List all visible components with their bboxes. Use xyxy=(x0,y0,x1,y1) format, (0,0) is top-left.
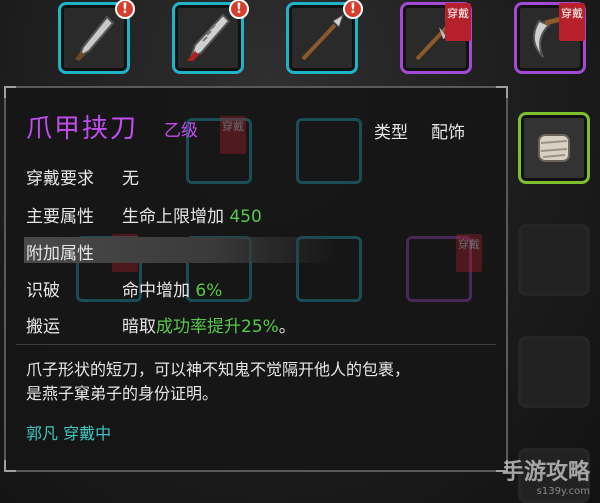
extra2-value: 暗取成功率提升25%。 xyxy=(122,317,296,337)
equip-slot-empty-2[interactable] xyxy=(518,336,590,408)
alert-badge: ! xyxy=(115,0,135,19)
ghost-wearing-tag: 穿戴 xyxy=(220,116,246,154)
equip-slot-1[interactable]: ! xyxy=(58,0,135,74)
extra-attr-label: 附加属性 xyxy=(26,244,94,264)
owner-status: 郭凡 穿戴中 xyxy=(26,424,112,443)
main-attr-label: 主要属性 xyxy=(26,207,94,227)
extra1-value: 命中增加 6% xyxy=(122,281,223,301)
equip-slot-4[interactable]: 穿戴 xyxy=(400,2,472,74)
wearing-tag: 穿戴 xyxy=(445,3,471,41)
divider xyxy=(16,344,496,345)
spear-icon xyxy=(301,13,344,61)
game-screen: ! ! ! 穿戴 穿戴 穿戴 穿戴 爪甲挟刀 乙级 类型 配饰 穿戴要求 无 主… xyxy=(0,0,600,503)
item-grade: 乙级 xyxy=(164,121,198,141)
extra1-label: 识破 xyxy=(26,281,60,301)
item-tooltip: 穿戴 穿戴 穿戴 爪甲挟刀 乙级 类型 配饰 穿戴要求 无 主要属性 生命上限增… xyxy=(4,86,508,472)
equip-slot-5[interactable]: 穿戴 xyxy=(514,2,586,74)
main-attr-value: 生命上限增加 450 xyxy=(122,207,262,227)
ghost-slot xyxy=(296,118,362,184)
equip-slot-2[interactable]: ! xyxy=(172,0,249,74)
alert-badge: ! xyxy=(229,0,249,19)
equip-slot-3[interactable]: ! xyxy=(286,0,363,74)
extra2-label: 搬运 xyxy=(26,317,60,337)
wear-req-label: 穿戴要求 xyxy=(26,169,94,189)
wearing-tag: 穿戴 xyxy=(559,3,585,41)
item-description: 爪子形状的短刀，可以神不知鬼不觉隔开他人的包裹， 是燕子窠弟子的身份证明。 xyxy=(26,360,411,403)
ghost-wearing-tag: 穿戴 xyxy=(456,234,482,272)
equip-slot-empty-1[interactable] xyxy=(518,224,590,296)
type-label: 类型 xyxy=(374,123,408,143)
site-watermark: 手游攻略 s139y.com xyxy=(501,460,590,497)
dagger-icon xyxy=(75,15,115,61)
serrated-blade-icon xyxy=(187,13,231,61)
item-name: 爪甲挟刀 xyxy=(26,114,139,144)
bandaged-fist-icon xyxy=(538,134,570,162)
alert-badge: ! xyxy=(343,0,363,19)
equip-slot-selected[interactable] xyxy=(518,112,590,184)
type-value: 配饰 xyxy=(431,123,465,143)
wear-req-value: 无 xyxy=(122,169,139,189)
